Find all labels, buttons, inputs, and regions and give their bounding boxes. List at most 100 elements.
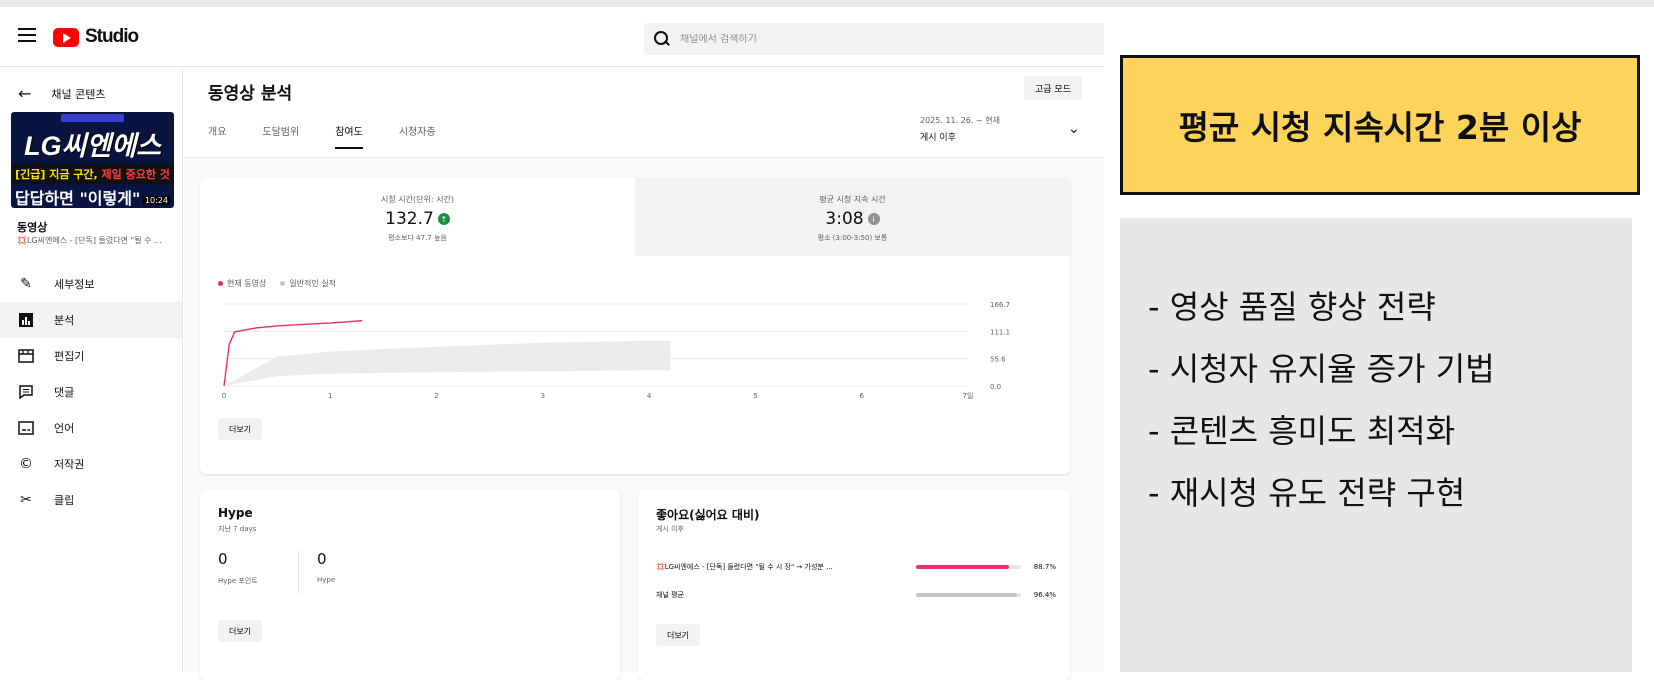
- x-tick-label: 3: [541, 392, 545, 400]
- hype-points-label: Hype 포인트: [218, 577, 258, 585]
- like-row-name: 💢LG씨엔에스 - [단독] 들렸다면 "될 수 시 장" → 가성분 ...: [656, 563, 833, 571]
- more-button[interactable]: 더보기: [218, 418, 262, 440]
- strategy-item: - 시청자 유지율 증가 기법: [1148, 350, 1495, 388]
- metric-comparison: 평소 (3:00-3:50) 보통: [817, 234, 888, 242]
- video-thumbnail[interactable]: LG씨엔에스 [긴급] 지금 구간, 제일 중요한 것 답답하면 "이렇게" 1…: [11, 112, 174, 208]
- scissors-icon: ✂: [20, 492, 32, 508]
- video-label: 동영상: [17, 221, 48, 234]
- thumbnail-line-2: [긴급] 지금 구간, 제일 중요한 것: [11, 164, 174, 184]
- tab-reach[interactable]: 도달범위: [262, 123, 299, 149]
- like-row-pct: 88.7%: [1033, 563, 1056, 571]
- main-content: 동영상 분석 고급 모드 개요 도달범위 참여도 시청자층 2025. 11. …: [184, 68, 1104, 680]
- studio-logo[interactable]: Studio: [53, 26, 139, 48]
- video-title[interactable]: 💢LG씨엔에스 - [단독] 들렸다면 "될 수 ...: [17, 235, 177, 246]
- y-tick-label: 111.1: [990, 328, 1010, 336]
- strategy-item: - 재시청 유도 전략 구현: [1148, 474, 1466, 512]
- like-bar-track: [916, 565, 1021, 569]
- metric-value: 132.7 ↑: [200, 209, 635, 229]
- sidebar: ← 채널 콘텐츠 LG씨엔에스 [긴급] 지금 구간, 제일 중요한 것 답답하…: [0, 68, 183, 672]
- sidebar-item-label: 클립: [54, 494, 75, 507]
- thumbnail-line-2a: 지금 구간,: [45, 168, 102, 181]
- like-bar-track: [916, 593, 1021, 597]
- thumbnail-duration: 10:24: [142, 196, 170, 205]
- search-icon[interactable]: [654, 31, 670, 47]
- sidebar-nav: ✎ 세부정보 분석 편집기 댓글 언어 © 저작권 ✂ 클립: [0, 266, 182, 518]
- youtube-logo-icon: [53, 27, 79, 47]
- metric-comparison: 평소보다 47.7 높음: [388, 234, 447, 242]
- thumbnail-line-2-red: 제일 중요한 것: [101, 168, 170, 181]
- card-title: Hype: [218, 506, 253, 520]
- pencil-icon: ✎: [20, 276, 32, 292]
- legend-item-current: 현재 동영상: [218, 278, 266, 289]
- like-bar-fill: [916, 565, 1010, 569]
- chart-legend: 현재 동영상 일반적인 실적: [218, 278, 336, 289]
- metric-watch-time[interactable]: 시청 시간(단위: 시간) 132.7 ↑ 평소보다 47.7 높음: [200, 178, 635, 256]
- sidebar-item-details[interactable]: ✎ 세부정보: [0, 266, 182, 302]
- like-row-pct: 96.4%: [1033, 591, 1056, 599]
- metric-number: 3:08: [825, 209, 864, 229]
- analytics-tabs: 개요 도달범위 참여도 시청자층: [184, 123, 448, 149]
- page-title: 동영상 분석: [208, 84, 293, 104]
- sidebar-item-analytics[interactable]: 분석: [0, 302, 182, 338]
- thumbnail-title: LG씨엔에스: [24, 131, 161, 161]
- top-strip: [0, 0, 1654, 7]
- sidebar-item-languages[interactable]: 언어: [0, 410, 182, 446]
- likes-card: 좋아요(싫어요 대비) 게시 이후 💢LG씨엔에스 - [단독] 들렸다면 "될…: [638, 490, 1070, 680]
- x-tick-label: 5: [753, 392, 757, 400]
- metric-label: 시청 시간(단위: 시간): [381, 195, 454, 204]
- sidebar-item-label: 저작권: [54, 458, 85, 471]
- subtitles-icon: [18, 420, 34, 436]
- date-range-picker[interactable]: 2025. 11. 26. ~ 현재 게시 이후: [920, 115, 1000, 143]
- legend-item-typical: 일반적인 실적: [280, 278, 336, 289]
- metric-value: 3:08 i: [635, 209, 1070, 229]
- metric-label: 평균 시청 지속 시간: [819, 195, 886, 204]
- arrow-up-icon: ↑: [437, 213, 450, 225]
- like-bar-fill: [916, 593, 1018, 597]
- thumbnail-tag: [긴급]: [15, 168, 46, 181]
- tab-audience[interactable]: 시청자층: [399, 123, 436, 149]
- y-tick-label: 0.0: [990, 383, 1001, 391]
- strategy-item: - 영상 품질 향상 전략: [1148, 288, 1436, 326]
- hype-count-label: Hype: [317, 576, 336, 584]
- more-button[interactable]: 더보기: [218, 620, 262, 642]
- sidebar-item-editor[interactable]: 편집기: [0, 338, 182, 374]
- card-title: 좋아요(싫어요 대비): [656, 508, 760, 522]
- top-bar: Studio: [0, 7, 1104, 67]
- y-tick-label: 166.7: [990, 301, 1010, 309]
- x-tick-label: 4: [647, 392, 652, 400]
- tab-overview[interactable]: 개요: [208, 123, 226, 149]
- chevron-down-icon[interactable]: ⌄: [1068, 121, 1080, 137]
- hype-points: 0 Hype 포인트: [218, 550, 298, 594]
- back-label: 채널 콘텐츠: [51, 87, 106, 101]
- more-button[interactable]: 더보기: [656, 624, 700, 646]
- sidebar-item-clips[interactable]: ✂ 클립: [0, 482, 182, 518]
- page-header: 동영상 분석 고급 모드 개요 도달범위 참여도 시청자층 2025. 11. …: [184, 68, 1104, 158]
- x-tick-label: 2: [434, 392, 438, 400]
- legend-dot: [280, 281, 286, 286]
- y-tick-label: 55.6: [990, 356, 1006, 364]
- legend-label: 현재 동영상: [227, 279, 267, 288]
- search-input[interactable]: [680, 33, 1060, 45]
- editor-icon: [18, 348, 34, 364]
- card-subtitle: 게시 이후: [656, 525, 684, 533]
- x-tick-label: 7일: [963, 391, 974, 400]
- card-subtitle: 지난 7 days: [218, 525, 257, 533]
- sidebar-item-copyright[interactable]: © 저작권: [0, 446, 182, 482]
- comment-icon: [18, 384, 34, 400]
- date-range-label: 게시 이후: [920, 133, 956, 143]
- tab-engagement[interactable]: 참여도: [335, 123, 363, 149]
- watch-time-card: 시청 시간(단위: 시간) 132.7 ↑ 평소보다 47.7 높음 평균 시청 …: [200, 178, 1070, 474]
- sidebar-item-label: 세부정보: [54, 278, 95, 291]
- like-row-channel-avg: 채널 평균 96.4%: [656, 590, 1056, 600]
- sidebar-item-comments[interactable]: 댓글: [0, 374, 182, 410]
- hype-values: 0 Hype 포인트 0 Hype: [218, 550, 397, 594]
- x-tick-label: 1: [328, 392, 332, 400]
- menu-icon[interactable]: [18, 28, 36, 42]
- strategy-list: - 영상 품질 향상 전략 - 시청자 유지율 증가 기법 - 콘텐츠 흥미도 …: [1148, 276, 1495, 524]
- watch-time-chart: 166.7 111.1 55.6 0.0 0 1 2 3 4 5 6 7일: [222, 301, 1010, 400]
- metric-avg-view-duration[interactable]: 평균 시청 지속 시간 3:08 i 평소 (3:00-3:50) 보통: [635, 178, 1070, 256]
- back-to-channel-content[interactable]: ← 채널 콘텐츠: [0, 68, 182, 103]
- copyright-icon: ©: [19, 456, 33, 472]
- advanced-mode-button[interactable]: 고급 모드: [1024, 76, 1082, 100]
- typical-performance-band: [224, 340, 671, 386]
